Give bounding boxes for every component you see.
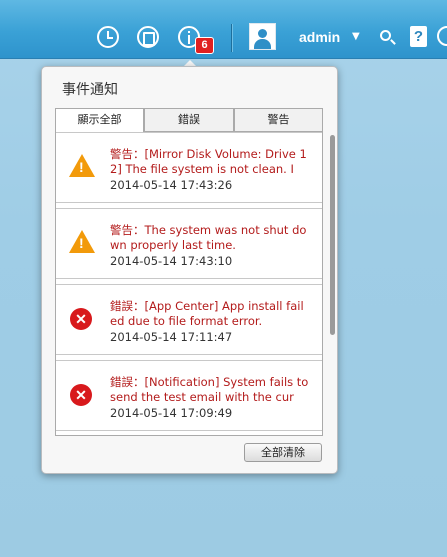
filter-tabs: 顯示全部 錯誤 警告 bbox=[55, 108, 323, 132]
tab-warnings[interactable]: 警告 bbox=[234, 108, 323, 132]
avatar[interactable] bbox=[249, 23, 276, 50]
event-time: 2014-05-14 17:11:47 bbox=[110, 330, 233, 344]
event-message: 警告：The system was not shut down properly… bbox=[110, 223, 307, 252]
event-notification-panel: 事件通知 顯示全部 錯誤 警告 警告：[Mirror Disk Volume: … bbox=[41, 66, 338, 474]
list-item[interactable]: ✕ 錯誤：[App Center] App install failed due… bbox=[56, 284, 322, 355]
globe-icon[interactable] bbox=[437, 26, 447, 46]
error-icon: ✕ bbox=[70, 384, 92, 406]
clear-all-button[interactable]: 全部清除 bbox=[244, 443, 322, 462]
panel-title: 事件通知 bbox=[62, 82, 118, 98]
help-icon[interactable]: ? bbox=[410, 26, 427, 47]
event-message: 警告：[Mirror Disk Volume: Drive 1 2] The f… bbox=[110, 147, 307, 176]
top-toolbar: 6 admin ▼ ? bbox=[0, 0, 447, 59]
event-time: 2014-05-14 17:43:10 bbox=[110, 254, 233, 268]
chevron-down-icon[interactable]: ▼ bbox=[352, 31, 360, 42]
warning-icon bbox=[69, 154, 95, 177]
event-list[interactable]: 警告：[Mirror Disk Volume: Drive 1 2] The f… bbox=[55, 132, 323, 436]
search-icon[interactable] bbox=[380, 30, 391, 41]
tab-errors[interactable]: 錯誤 bbox=[144, 108, 234, 132]
scrollbar[interactable] bbox=[330, 135, 335, 335]
toolbar-divider bbox=[231, 24, 233, 52]
sync-icon[interactable] bbox=[137, 26, 159, 48]
clock-icon[interactable] bbox=[97, 26, 119, 48]
event-message: 錯誤：[Notification] System fails to send t… bbox=[110, 375, 309, 404]
username-label[interactable]: admin bbox=[299, 29, 340, 45]
list-item[interactable]: 警告：[Mirror Disk Volume: Drive 1 2] The f… bbox=[56, 132, 322, 203]
event-time: 2014-05-14 17:09:49 bbox=[110, 406, 233, 420]
notification-count-badge[interactable]: 6 bbox=[195, 37, 214, 54]
event-message: 錯誤：[App Center] App install failed due t… bbox=[110, 299, 304, 328]
warning-icon bbox=[69, 230, 95, 253]
tab-show-all[interactable]: 顯示全部 bbox=[55, 108, 144, 132]
list-item[interactable]: ✕ 錯誤：[Notification] System fails to send… bbox=[56, 360, 322, 431]
event-time: 2014-05-14 17:43:26 bbox=[110, 178, 233, 192]
list-item[interactable]: 警告：The system was not shut down properly… bbox=[56, 208, 322, 279]
error-icon: ✕ bbox=[70, 308, 92, 330]
